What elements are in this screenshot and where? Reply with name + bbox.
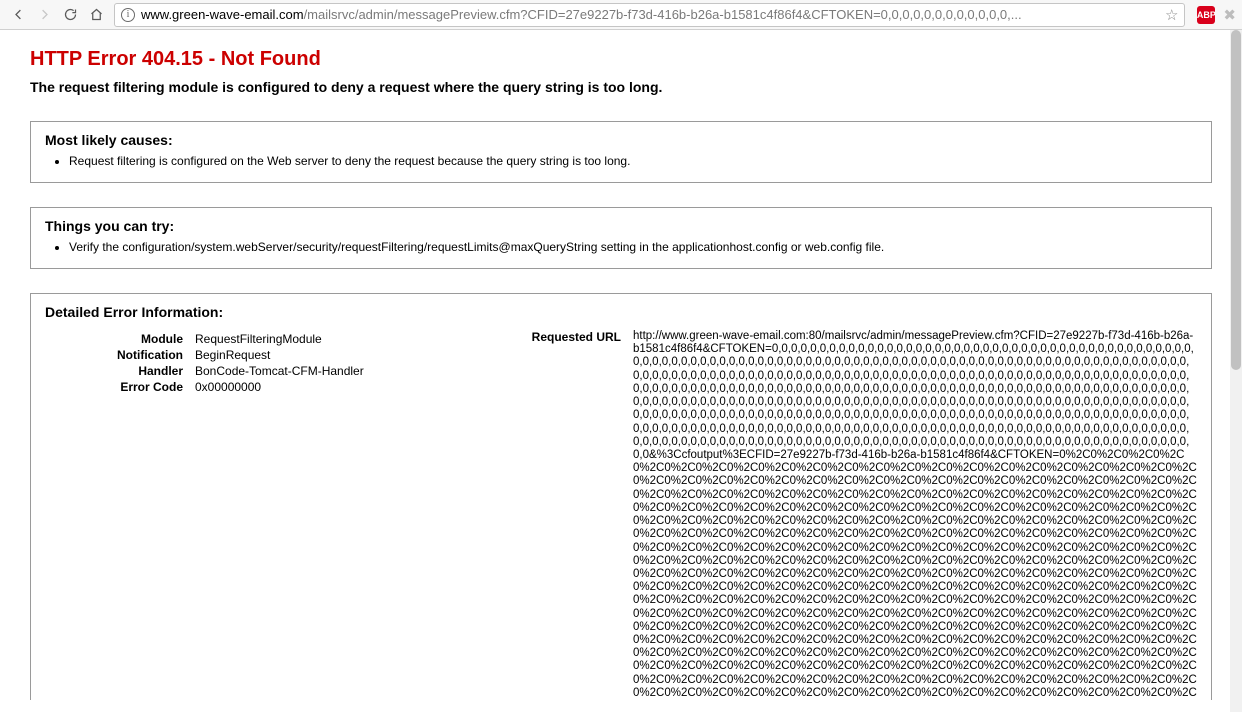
site-info-icon[interactable]: i <box>121 8 135 22</box>
requested-url-value: http://www.green-wave-email.com:80/mails… <box>633 330 1197 700</box>
url-path: /mailsrvc/admin/messagePreview.cfm?CFID=… <box>304 7 1022 22</box>
reload-button[interactable] <box>58 3 82 27</box>
home-icon <box>89 7 104 22</box>
detail-heading: Detailed Error Information: <box>45 304 1197 320</box>
tries-panel: Things you can try: Verify the configura… <box>30 207 1212 269</box>
bookmark-star-icon[interactable]: ☆ <box>1165 6 1178 24</box>
browser-toolbar: i www.green-wave-email.com/mailsrvc/admi… <box>0 0 1242 30</box>
home-button[interactable] <box>84 3 108 27</box>
detail-row-notification: Notification BeginRequest <box>45 348 505 362</box>
tries-list: Verify the configuration/system.webServe… <box>69 240 1197 254</box>
detail-left-column: Module RequestFilteringModule Notificati… <box>45 330 505 396</box>
error-title: HTTP Error 404.15 - Not Found <box>30 48 1212 71</box>
adblock-extension-icon[interactable]: ABP <box>1197 6 1215 24</box>
detail-value: BonCode-Tomcat-CFM-Handler <box>195 364 505 378</box>
detail-row-module: Module RequestFilteringModule <box>45 332 505 346</box>
error-subtitle: The request filtering module is configur… <box>30 79 1212 95</box>
extension-disabled-icon[interactable]: ✖ <box>1223 6 1236 24</box>
detail-value: 0x00000000 <box>195 380 505 394</box>
scrollbar-track[interactable] <box>1230 30 1242 712</box>
detail-panel: Detailed Error Information: Module Reque… <box>30 293 1212 700</box>
arrow-left-icon <box>11 7 26 22</box>
address-bar[interactable]: i www.green-wave-email.com/mailsrvc/admi… <box>114 3 1185 27</box>
list-item: Verify the configuration/system.webServe… <box>69 240 1197 254</box>
detail-label: Module <box>45 332 195 346</box>
detail-row-errorcode: Error Code 0x00000000 <box>45 380 505 394</box>
detail-value: RequestFilteringModule <box>195 332 505 346</box>
reload-icon <box>63 7 78 22</box>
list-item: Request filtering is configured on the W… <box>69 154 1197 168</box>
causes-panel: Most likely causes: Request filtering is… <box>30 121 1212 183</box>
detail-row-handler: Handler BonCode-Tomcat-CFM-Handler <box>45 364 505 378</box>
detail-label: Notification <box>45 348 195 362</box>
url-host: www.green-wave-email.com <box>141 7 304 22</box>
causes-list: Request filtering is configured on the W… <box>69 154 1197 168</box>
detail-label: Error Code <box>45 380 195 394</box>
detail-value: BeginRequest <box>195 348 505 362</box>
detail-label: Requested URL <box>505 330 633 700</box>
detail-label: Handler <box>45 364 195 378</box>
page-viewport: HTTP Error 404.15 - Not Found The reques… <box>0 30 1242 712</box>
arrow-right-icon <box>37 7 52 22</box>
tries-heading: Things you can try: <box>45 218 1197 234</box>
causes-heading: Most likely causes: <box>45 132 1197 148</box>
error-page: HTTP Error 404.15 - Not Found The reques… <box>0 30 1242 700</box>
forward-button[interactable] <box>32 3 56 27</box>
back-button[interactable] <box>6 3 30 27</box>
scrollbar-thumb[interactable] <box>1231 30 1241 370</box>
detail-right-column: Requested URL http://www.green-wave-emai… <box>505 330 1197 700</box>
